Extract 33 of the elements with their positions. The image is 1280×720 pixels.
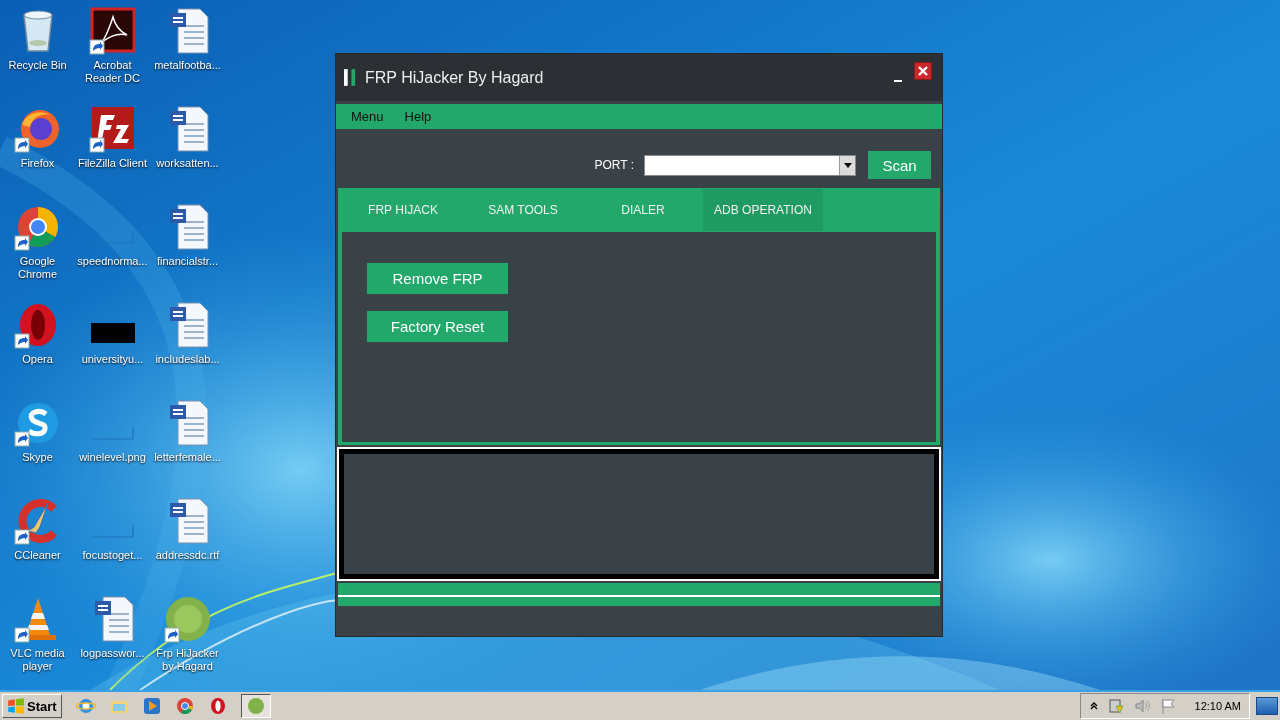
icon-label: focustoget... — [81, 549, 144, 562]
icon-label: CCleaner — [13, 549, 62, 562]
icon-label: addressdc.rtf — [154, 549, 221, 562]
start-button[interactable]: Start — [2, 694, 62, 718]
icon-label: financialstr... — [155, 255, 220, 268]
icon-label: Google Chrome — [16, 255, 59, 281]
icon-label: Firefox — [19, 157, 56, 170]
menu-item[interactable]: Menu — [351, 109, 384, 124]
action-button[interactable]: Factory Reset — [367, 311, 508, 342]
scan-button[interactable]: Scan — [868, 151, 931, 179]
tab[interactable]: ADB OPERATION — [703, 189, 823, 231]
icon-label: worksatten... — [155, 157, 220, 170]
icon-label: winelevel.png — [78, 451, 147, 464]
tab[interactable]: SAM TOOLS — [463, 189, 583, 231]
icon-label: Acrobat Reader DC — [84, 59, 141, 85]
clock[interactable]: 12:10 AM — [1194, 700, 1241, 712]
icon-label: VLC media player — [9, 647, 66, 673]
action-button[interactable]: Remove FRP — [367, 263, 508, 294]
tab[interactable]: DIALER — [583, 189, 703, 231]
port-label: PORT : — [594, 158, 634, 172]
icon-label: letterfemale... — [153, 451, 222, 464]
tab[interactable]: FRP HIJACK — [343, 189, 463, 231]
icon-label: Opera — [21, 353, 54, 366]
icon-label: includeslab... — [154, 353, 221, 366]
icon-label: Recycle Bin — [7, 59, 68, 72]
icon-label: metalfootba... — [153, 59, 222, 72]
icon-label: universityu... — [80, 353, 145, 366]
icon-label: speednorma... — [76, 255, 149, 268]
window-title: FRP HiJacker By Hagard — [365, 68, 544, 87]
menu-item[interactable]: Help — [404, 109, 432, 124]
icon-label: Skype — [21, 451, 54, 464]
icon-label: logpasswor... — [79, 647, 146, 660]
icon-label: FileZilla Client — [76, 157, 149, 170]
